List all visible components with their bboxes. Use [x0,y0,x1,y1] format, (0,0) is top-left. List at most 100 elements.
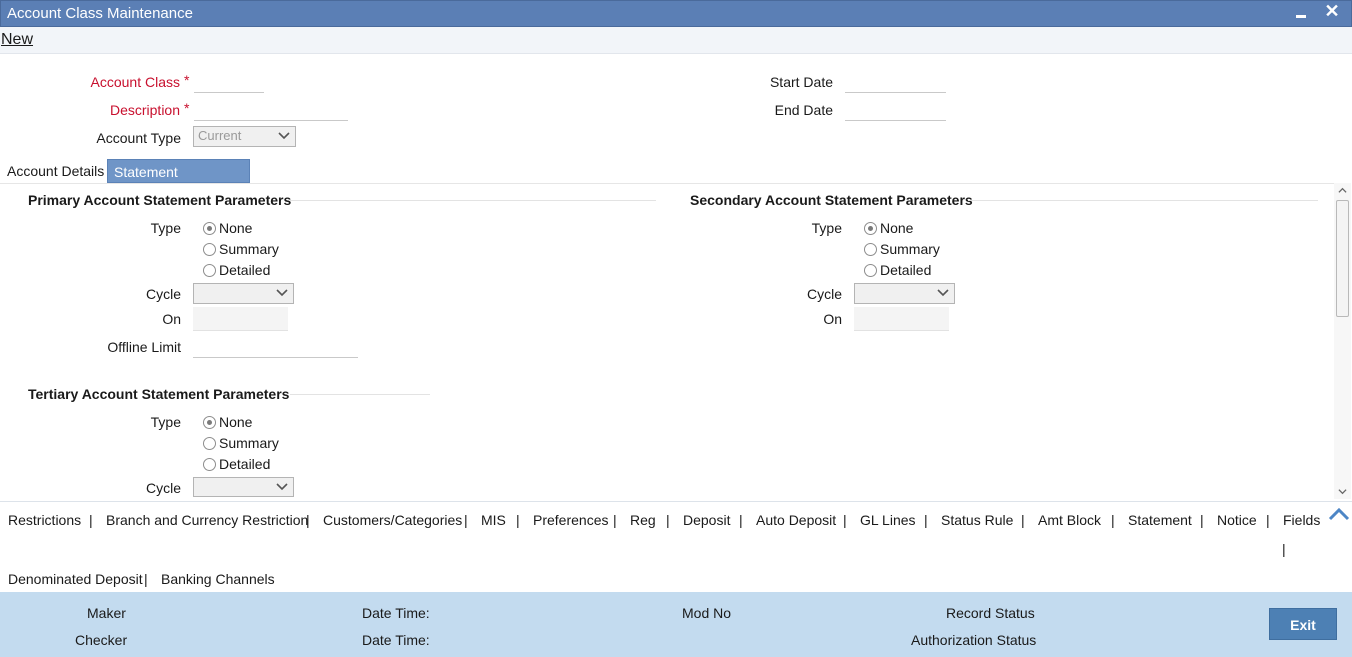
audit-footer: Maker Checker Date Time: Date Time: Mod … [0,592,1352,657]
link-amt-block[interactable]: Amt Block [1038,512,1101,528]
link-branch-currency-restriction[interactable]: Branch and Currency Restriction [106,512,308,528]
radio-selected-icon [203,222,216,235]
description-input[interactable] [194,101,348,121]
end-date-label: End Date [774,102,833,118]
radio-label: Summary [219,435,279,451]
radio-icon [203,243,216,256]
radio-selected-icon [864,222,877,235]
chevron-up-icon[interactable] [1328,506,1350,522]
link-gl-lines[interactable]: GL Lines [860,512,916,528]
link-restrictions[interactable]: Restrictions [8,512,81,528]
link-separator: | [144,571,148,587]
start-date-input[interactable] [845,73,946,93]
tab-divider [0,183,1334,184]
link-notice[interactable]: Notice [1217,512,1257,528]
radio-label: Detailed [219,456,271,472]
tertiary-type-detailed-radio[interactable]: Detailed [203,456,283,474]
secondary-on-label: On [823,311,842,327]
link-separator: | [666,512,670,528]
link-separator: | [464,512,468,528]
radio-selected-icon [203,416,216,429]
radio-label: Summary [219,241,279,257]
primary-type-detailed-radio[interactable]: Detailed [203,262,283,280]
tertiary-cycle-select[interactable] [193,477,294,497]
radio-label: Summary [880,241,940,257]
toolbar: New [0,27,1352,54]
new-link[interactable]: New [1,31,33,49]
primary-type-summary-radio[interactable]: Summary [203,241,283,259]
description-label: Description [109,102,180,118]
scroll-up-icon[interactable] [1338,186,1347,195]
tertiary-type-label: Type [150,414,181,430]
account-type-value: Current [198,128,242,143]
radio-icon [203,437,216,450]
chevron-down-icon [276,483,288,491]
link-separator: | [516,512,520,528]
chevron-down-icon [278,132,290,140]
section-divider [290,200,656,201]
minimize-icon[interactable] [1291,1,1311,25]
secondary-type-detailed-radio[interactable]: Detailed [864,262,944,280]
link-status-rule[interactable]: Status Rule [941,512,1013,528]
link-separator: | [843,512,847,528]
tertiary-type-summary-radio[interactable]: Summary [203,435,283,453]
tertiary-section-title: Tertiary Account Statement Parameters [28,386,290,402]
link-separator: | [1111,512,1115,528]
radio-label: None [880,220,914,236]
section-divider [290,394,430,395]
primary-section-title: Primary Account Statement Parameters [28,192,292,208]
link-mis[interactable]: MIS [481,512,506,528]
link-reg[interactable]: Reg [630,512,656,528]
link-deposit[interactable]: Deposit [683,512,730,528]
link-separator: | [1021,512,1025,528]
account-class-label: Account Class [90,74,180,90]
maker-label: Maker [87,605,126,621]
link-auto-deposit[interactable]: Auto Deposit [756,512,836,528]
radio-label: None [219,414,253,430]
close-icon[interactable]: ✕ [1321,1,1343,25]
link-separator: | [1282,541,1286,557]
link-separator: | [89,512,93,528]
primary-type-label: Type [150,220,181,236]
account-class-input[interactable] [194,73,264,93]
radio-icon [203,264,216,277]
account-type-label: Account Type [96,130,181,146]
tertiary-type-none-radio[interactable]: None [203,414,283,432]
link-separator: | [1266,512,1270,528]
chevron-down-icon [276,289,288,297]
primary-cycle-label: Cycle [145,286,181,302]
exit-button[interactable]: Exit [1269,608,1337,640]
primary-cycle-select[interactable] [193,283,294,304]
secondary-type-summary-radio[interactable]: Summary [864,241,944,259]
end-date-input[interactable] [845,101,946,121]
radio-label: Detailed [219,262,271,278]
authorization-status-label: Authorization Status [911,632,1037,648]
vertical-scrollbar[interactable] [1334,183,1351,499]
link-customers-categories[interactable]: Customers/Categories [323,512,462,528]
primary-on-input[interactable] [193,307,288,331]
radio-icon [864,243,877,256]
link-banking-channels[interactable]: Banking Channels [161,571,275,587]
secondary-cycle-select[interactable] [854,283,955,304]
scrollbar-thumb[interactable] [1336,200,1349,317]
link-preferences[interactable]: Preferences [533,512,608,528]
link-separator: | [613,512,617,528]
tab-statement-parameters[interactable]: Statement Parameters [107,159,250,204]
scroll-down-icon[interactable] [1338,487,1347,496]
primary-type-none-radio[interactable]: None [203,220,283,238]
title-bar: Account Class Maintenance ✕ [0,0,1352,27]
secondary-section-title: Secondary Account Statement Parameters [690,192,973,208]
link-separator: | [924,512,928,528]
secondary-on-input[interactable] [854,307,949,331]
link-denominated-deposit[interactable]: Denominated Deposit [8,571,143,587]
radio-icon [203,458,216,471]
tab-account-details[interactable]: Account Details [1,159,110,183]
link-fields[interactable]: Fields [1283,512,1320,528]
radio-icon [864,264,877,277]
secondary-type-none-radio[interactable]: None [864,220,944,238]
account-type-select[interactable]: Current [193,126,296,147]
radio-label: None [219,220,253,236]
tertiary-cycle-label: Cycle [145,480,181,496]
link-statement[interactable]: Statement [1128,512,1192,528]
offline-limit-input[interactable] [193,338,358,358]
